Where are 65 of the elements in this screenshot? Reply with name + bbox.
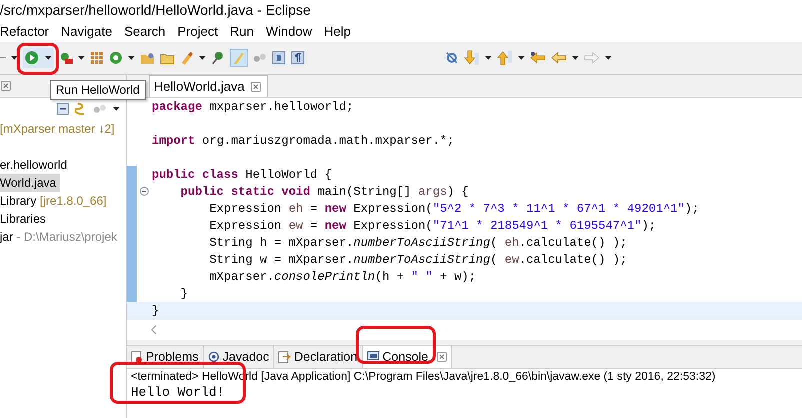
menu-item[interactable]: Navigate	[61, 24, 112, 38]
dots-icon[interactable]	[93, 103, 107, 115]
dropdown-caret-icon[interactable]	[605, 56, 612, 60]
block-icon[interactable]	[272, 51, 286, 65]
code-line: import org.mariuszgromada.math.mxparser.*;	[151, 134, 454, 148]
dots-icon[interactable]	[253, 52, 267, 64]
monitor-icon	[366, 351, 380, 363]
code-line: Expression ew = new Expression("71^1 * 218549^1 * 6195547^1");	[208, 218, 656, 232]
code-line: public static void main(String[] args) {	[180, 184, 469, 198]
editor-tab[interactable]: HelloWorld.java	[149, 75, 268, 97]
window-title: /src/mxparser/helloworld/HelloWorld.java - Eclipse	[0, 1, 312, 20]
view-tab[interactable]: Problems	[127, 346, 204, 368]
grid-icon[interactable]	[90, 51, 104, 65]
menu-item[interactable]: Run	[230, 24, 254, 38]
tree-item[interactable]: Libraries	[0, 210, 50, 228]
code-line: public class HelloWorld {	[151, 168, 332, 182]
view-tab[interactable]: Declaration	[274, 346, 363, 368]
tree-item[interactable]: er.helloworld	[0, 156, 72, 174]
dropdown-caret-icon[interactable]	[572, 56, 579, 60]
folder-icon[interactable]	[160, 52, 175, 64]
whitespace-icon[interactable]	[291, 51, 305, 65]
dropdown-caret-icon[interactable]	[485, 56, 492, 60]
menu-item[interactable]: Window	[266, 24, 312, 38]
close-icon[interactable]	[1, 81, 11, 91]
dropdown-caret-icon[interactable]	[78, 56, 85, 60]
code-line: Expression eh = new Expression("5^2 * 7^3 * 11^1 * 67^1 * 49201^1");	[208, 202, 700, 216]
menu-item[interactable]: Project	[178, 24, 218, 38]
code-line: mXparser.consolePrintln(h + " " + w);	[208, 270, 476, 284]
menu-item[interactable]: Search	[124, 24, 166, 38]
folder-icon[interactable]	[140, 52, 155, 64]
problems-icon	[131, 350, 143, 364]
highlight-annotation	[17, 43, 59, 75]
tooltip: Run HelloWorld	[50, 80, 146, 100]
brush-icon[interactable]	[180, 51, 194, 65]
code-line: String h = mXparser.numberToAsciiString( eh.calculate() );	[208, 236, 628, 250]
close-icon[interactable]	[250, 82, 261, 92]
tree-item[interactable]: Library [jre1.8.0_66]	[0, 192, 111, 210]
view-tab[interactable]: Javadoc	[204, 346, 274, 368]
tree-item[interactable]: [mXparser master ↓2]	[0, 120, 119, 138]
pin-icon[interactable]	[211, 51, 225, 65]
collapse-icon[interactable]	[57, 103, 69, 115]
down-arrow-icon[interactable]	[464, 50, 480, 66]
scroll-left-icon[interactable]	[151, 325, 157, 335]
fold-icon[interactable]	[140, 187, 148, 196]
back-arrow-icon[interactable]	[530, 52, 546, 64]
console-output: Hello World!	[131, 385, 226, 400]
close-icon[interactable]	[437, 352, 448, 362]
at-sign-icon	[208, 351, 220, 363]
dropdown-caret-icon[interactable]	[518, 56, 525, 60]
up-arrow-icon[interactable]	[497, 50, 513, 66]
dropdown-caret-icon[interactable]	[113, 107, 120, 111]
code-line: package mxparser.helloworld;	[151, 100, 354, 114]
code-line: }	[180, 286, 188, 300]
code-line: }	[151, 304, 160, 318]
menu-item[interactable]: Refactor	[0, 24, 50, 38]
run-button[interactable]	[23, 48, 54, 68]
tree-item[interactable]: jar - D:\Mariusz\projek	[0, 228, 122, 246]
dropdown-caret-icon[interactable]	[45, 56, 52, 60]
dropdown-caret-icon[interactable]	[128, 56, 135, 60]
menu-item[interactable]: Help	[324, 24, 351, 38]
dropdown-caret-icon[interactable]	[199, 56, 206, 60]
tree-item[interactable]: World.java	[0, 174, 60, 192]
dropdown-caret-icon[interactable]	[11, 56, 18, 60]
code-line: String w = mXparser.numberToAsciiString( ew.calculate() );	[208, 252, 628, 266]
declaration-icon	[278, 350, 292, 364]
